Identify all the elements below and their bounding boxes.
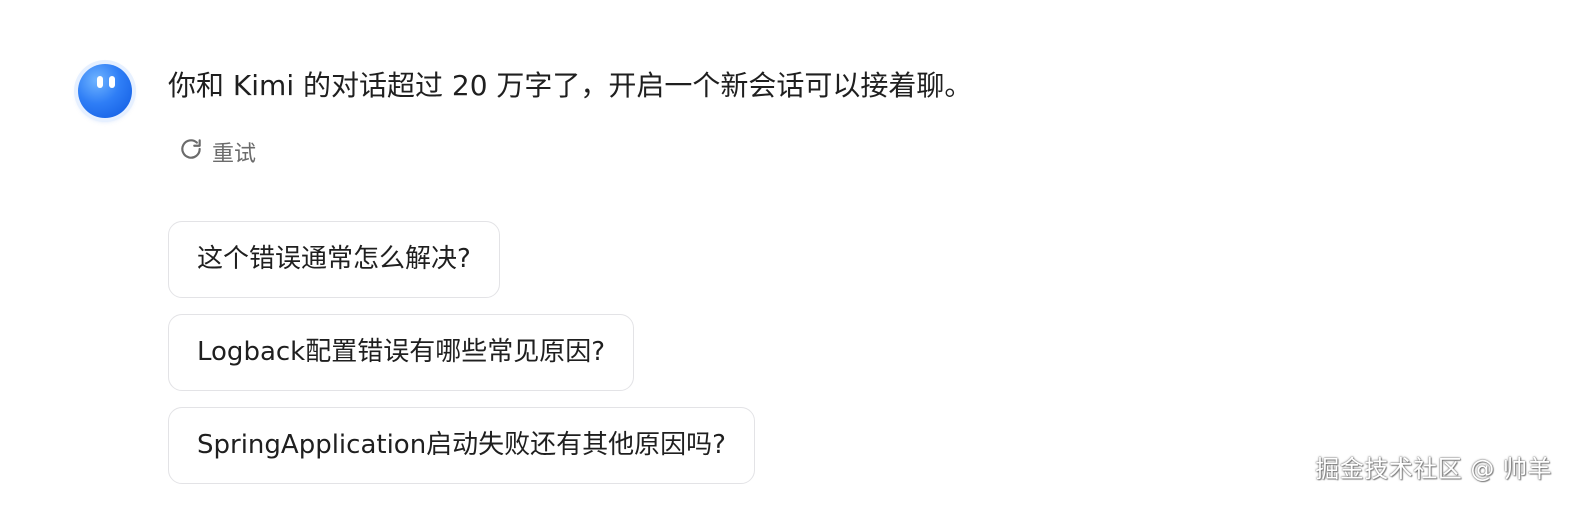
retry-button[interactable]: 重试	[178, 136, 256, 168]
suggestion-chip[interactable]: SpringApplication启动失败还有其他原因吗?	[168, 407, 755, 484]
suggestion-list: 这个错误通常怎么解决? Logback配置错误有哪些常见原因? SpringAp…	[168, 221, 755, 484]
retry-label: 重试	[212, 142, 257, 167]
watermark: 掘金技术社区 @ 帅羊	[1315, 455, 1552, 483]
avatar-right-eye	[109, 76, 115, 88]
refresh-icon	[178, 136, 204, 168]
suggestion-chip[interactable]: 这个错误通常怎么解决?	[168, 221, 500, 298]
suggestion-chip[interactable]: Logback配置错误有哪些常见原因?	[168, 314, 635, 391]
chat-page: 你和 Kimi 的对话超过 20 万字了，开启一个新会话可以接着聊。 重试 这个…	[0, 0, 1590, 506]
kimi-avatar-icon	[78, 64, 132, 118]
avatar-left-eye	[97, 76, 103, 88]
assistant-message: 你和 Kimi 的对话超过 20 万字了，开启一个新会话可以接着聊。	[168, 69, 973, 102]
